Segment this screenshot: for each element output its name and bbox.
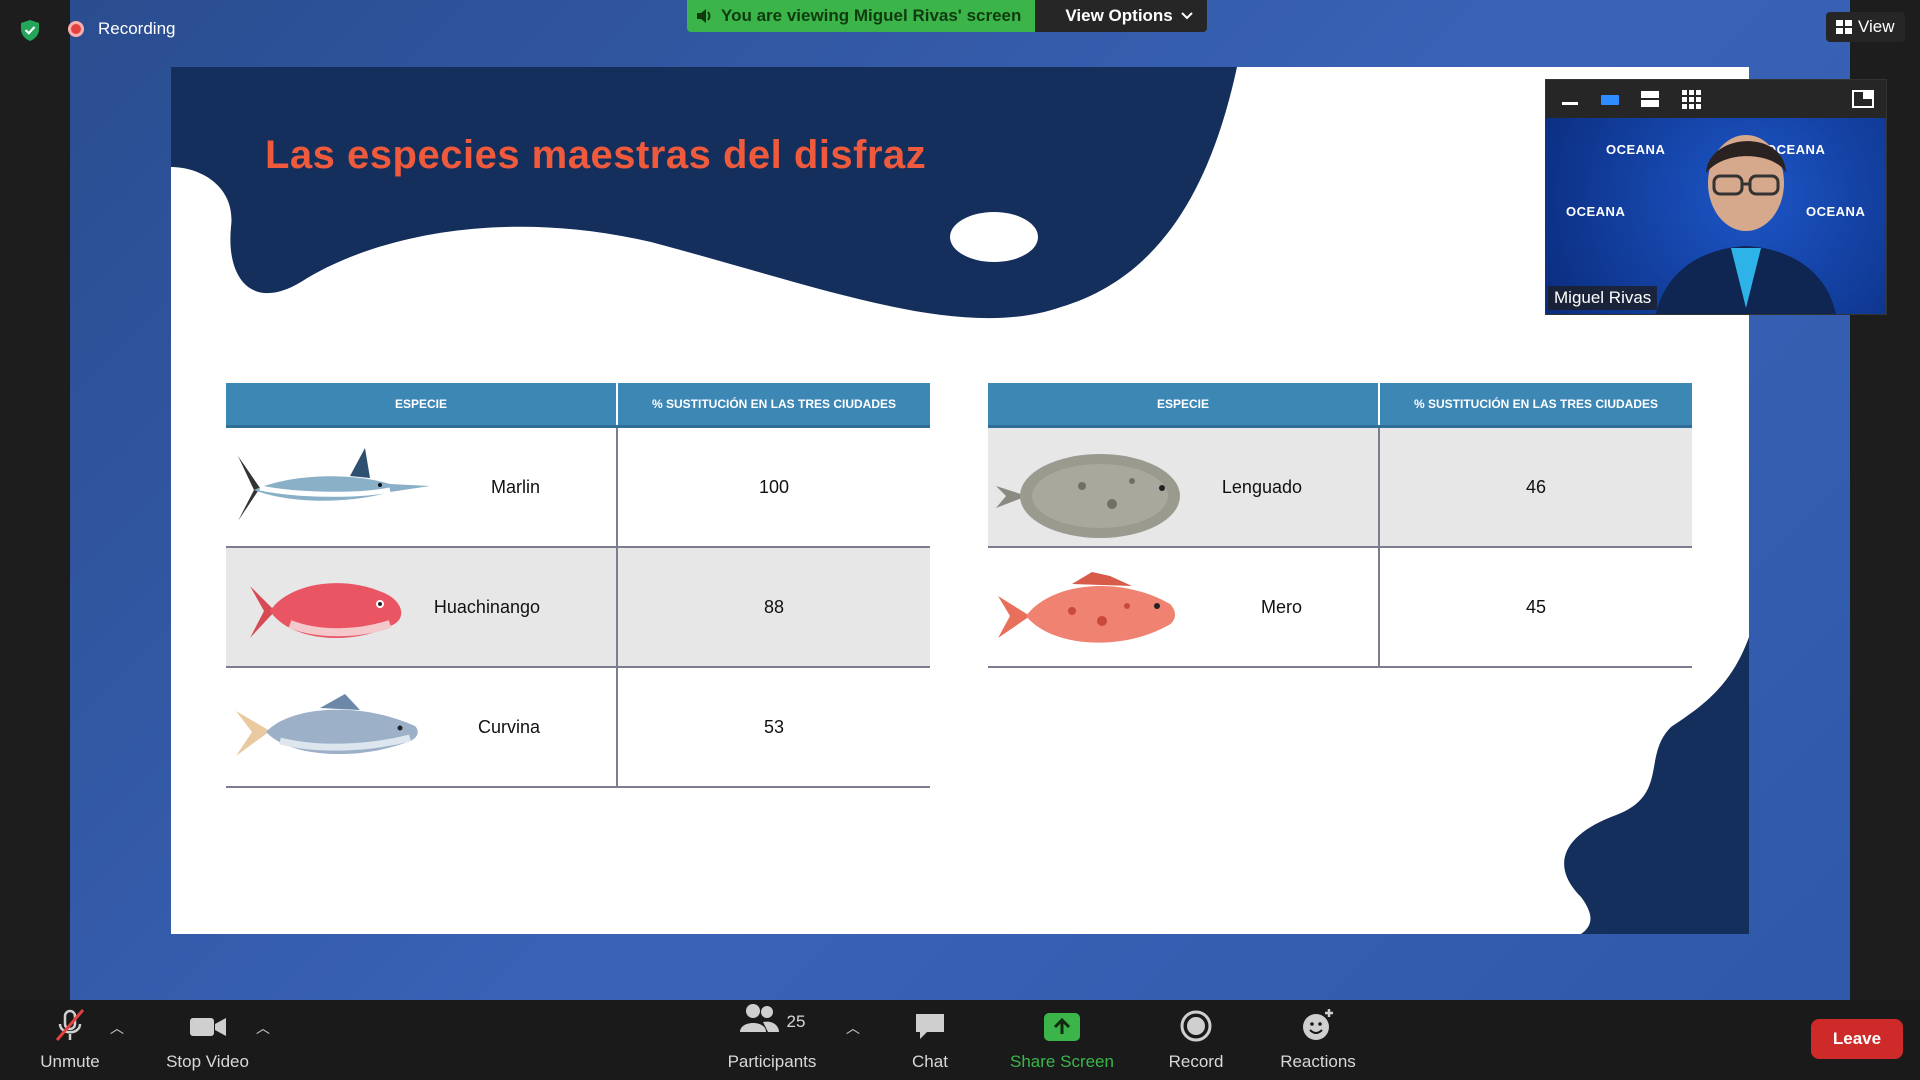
- stop-video-label: Stop Video: [166, 1052, 249, 1071]
- column-header-species: ESPECIE: [226, 383, 617, 428]
- column-header-species: ESPECIE: [988, 383, 1379, 428]
- view-options-label: View Options: [1065, 6, 1173, 25]
- viewing-banner: You are viewing Miguel Rivas' screen: [687, 0, 1036, 32]
- share-screen-icon: [1044, 1013, 1080, 1041]
- column-header-substitution: % SUSTITUCIÓN EN LAS TRES CIUDADES: [616, 383, 930, 428]
- participant-name-label: Miguel Rivas: [1548, 286, 1658, 310]
- reactions-button[interactable]: Reactions: [1268, 1000, 1368, 1080]
- single-view-icon[interactable]: [1600, 92, 1620, 108]
- stacked-view-icon[interactable]: [1640, 90, 1660, 108]
- screen-share-banner: You are viewing Miguel Rivas' screen Vie…: [687, 0, 1207, 32]
- species-name: Curvina: [477, 716, 540, 737]
- species-name: Lenguado: [1221, 476, 1302, 497]
- speaker-person-illustration: [1656, 135, 1836, 314]
- table-row: Curvina 53: [226, 667, 930, 788]
- microphone-muted-icon: [55, 1009, 85, 1041]
- brand-watermark: OCEANA: [1566, 204, 1626, 219]
- chat-button[interactable]: Chat: [890, 1000, 970, 1080]
- stop-video-button[interactable]: Stop Video: [150, 1000, 265, 1080]
- audio-options-chevron-icon[interactable]: ︿: [110, 1018, 124, 1038]
- unmute-label: Unmute: [40, 1052, 100, 1071]
- video-camera-icon: [189, 1018, 226, 1036]
- minimize-icon[interactable]: [1560, 92, 1580, 108]
- substitution-value: 53: [616, 667, 930, 788]
- speaker-video-feed: OCEANA OCEANA OCEANA OCEANA Miguel Rivas: [1546, 118, 1886, 314]
- speaker-icon: [697, 9, 711, 23]
- species-table-right: ESPECIE % SUSTITUCIÓN EN LAS TRES CIUDAD…: [988, 383, 1692, 668]
- meeting-controls-bar: Unmute ︿ Stop Video ︿ 25 Participants ︿ …: [0, 1000, 1920, 1080]
- share-screen-label: Share Screen: [1010, 1052, 1114, 1071]
- participants-icon: [739, 1004, 779, 1032]
- participants-label: Participants: [727, 1052, 817, 1071]
- unmute-button[interactable]: Unmute: [20, 1000, 120, 1080]
- participants-button[interactable]: 25 Participants: [712, 1000, 832, 1080]
- table-row: Huachinango 88: [226, 547, 930, 668]
- participants-options-chevron-icon[interactable]: ︿: [846, 1018, 860, 1038]
- view-options-button[interactable]: View Options: [1035, 0, 1207, 32]
- left-margin: [0, 0, 70, 1000]
- recording-label: Recording: [98, 19, 176, 38]
- leave-button[interactable]: Leave: [1811, 1019, 1903, 1059]
- record-label: Record: [1168, 1052, 1224, 1071]
- pop-out-icon[interactable]: [1852, 90, 1874, 108]
- speaker-video-window[interactable]: OCEANA OCEANA OCEANA OCEANA Miguel Rivas: [1545, 79, 1887, 315]
- chat-label: Chat: [912, 1052, 948, 1071]
- slide-title: Las especies maestras del disfraz: [265, 133, 927, 177]
- recording-indicator[interactable]: Recording: [68, 19, 176, 39]
- gallery-view-icon[interactable]: [1682, 90, 1702, 110]
- record-button[interactable]: Record: [1148, 1000, 1244, 1080]
- substitution-value: 88: [616, 547, 930, 668]
- share-screen-button[interactable]: Share Screen: [1002, 1000, 1122, 1080]
- substitution-value: 100: [616, 426, 930, 548]
- reaction-smiley-icon: [1303, 1009, 1333, 1040]
- column-header-substitution: % SUSTITUCIÓN EN LAS TRES CIUDADES: [1378, 383, 1692, 428]
- table-row: Lenguado 46: [988, 426, 1692, 548]
- recording-dot-icon: [68, 21, 84, 37]
- record-icon: [1180, 1010, 1212, 1042]
- participants-count: 25: [786, 1012, 806, 1031]
- presentation-slide: Las especies maestras del disfraz ESPECI…: [171, 67, 1749, 934]
- security-shield-icon[interactable]: [18, 18, 42, 42]
- substitution-value: 46: [1378, 426, 1692, 548]
- table-row: Mero 45: [988, 547, 1692, 668]
- chat-bubble-icon: [916, 1014, 944, 1039]
- species-table-left: ESPECIE % SUSTITUCIÓN EN LAS TRES CIUDAD…: [226, 383, 930, 788]
- table-row: Marlin 100: [226, 426, 930, 548]
- species-name: Marlin: [490, 476, 540, 497]
- species-name: Huachinango: [433, 596, 540, 617]
- video-options-chevron-icon[interactable]: ︿: [256, 1018, 270, 1038]
- viewing-banner-text: You are viewing Miguel Rivas' screen: [721, 6, 1022, 25]
- view-label: View: [1858, 17, 1895, 36]
- substitution-value: 45: [1378, 547, 1692, 668]
- grid-view-icon: [1836, 20, 1852, 34]
- chevron-down-icon: [1181, 12, 1193, 20]
- species-name: Mero: [1260, 596, 1302, 617]
- video-window-toolbar: [1546, 80, 1886, 118]
- reactions-label: Reactions: [1280, 1052, 1356, 1071]
- view-button[interactable]: View: [1826, 12, 1905, 42]
